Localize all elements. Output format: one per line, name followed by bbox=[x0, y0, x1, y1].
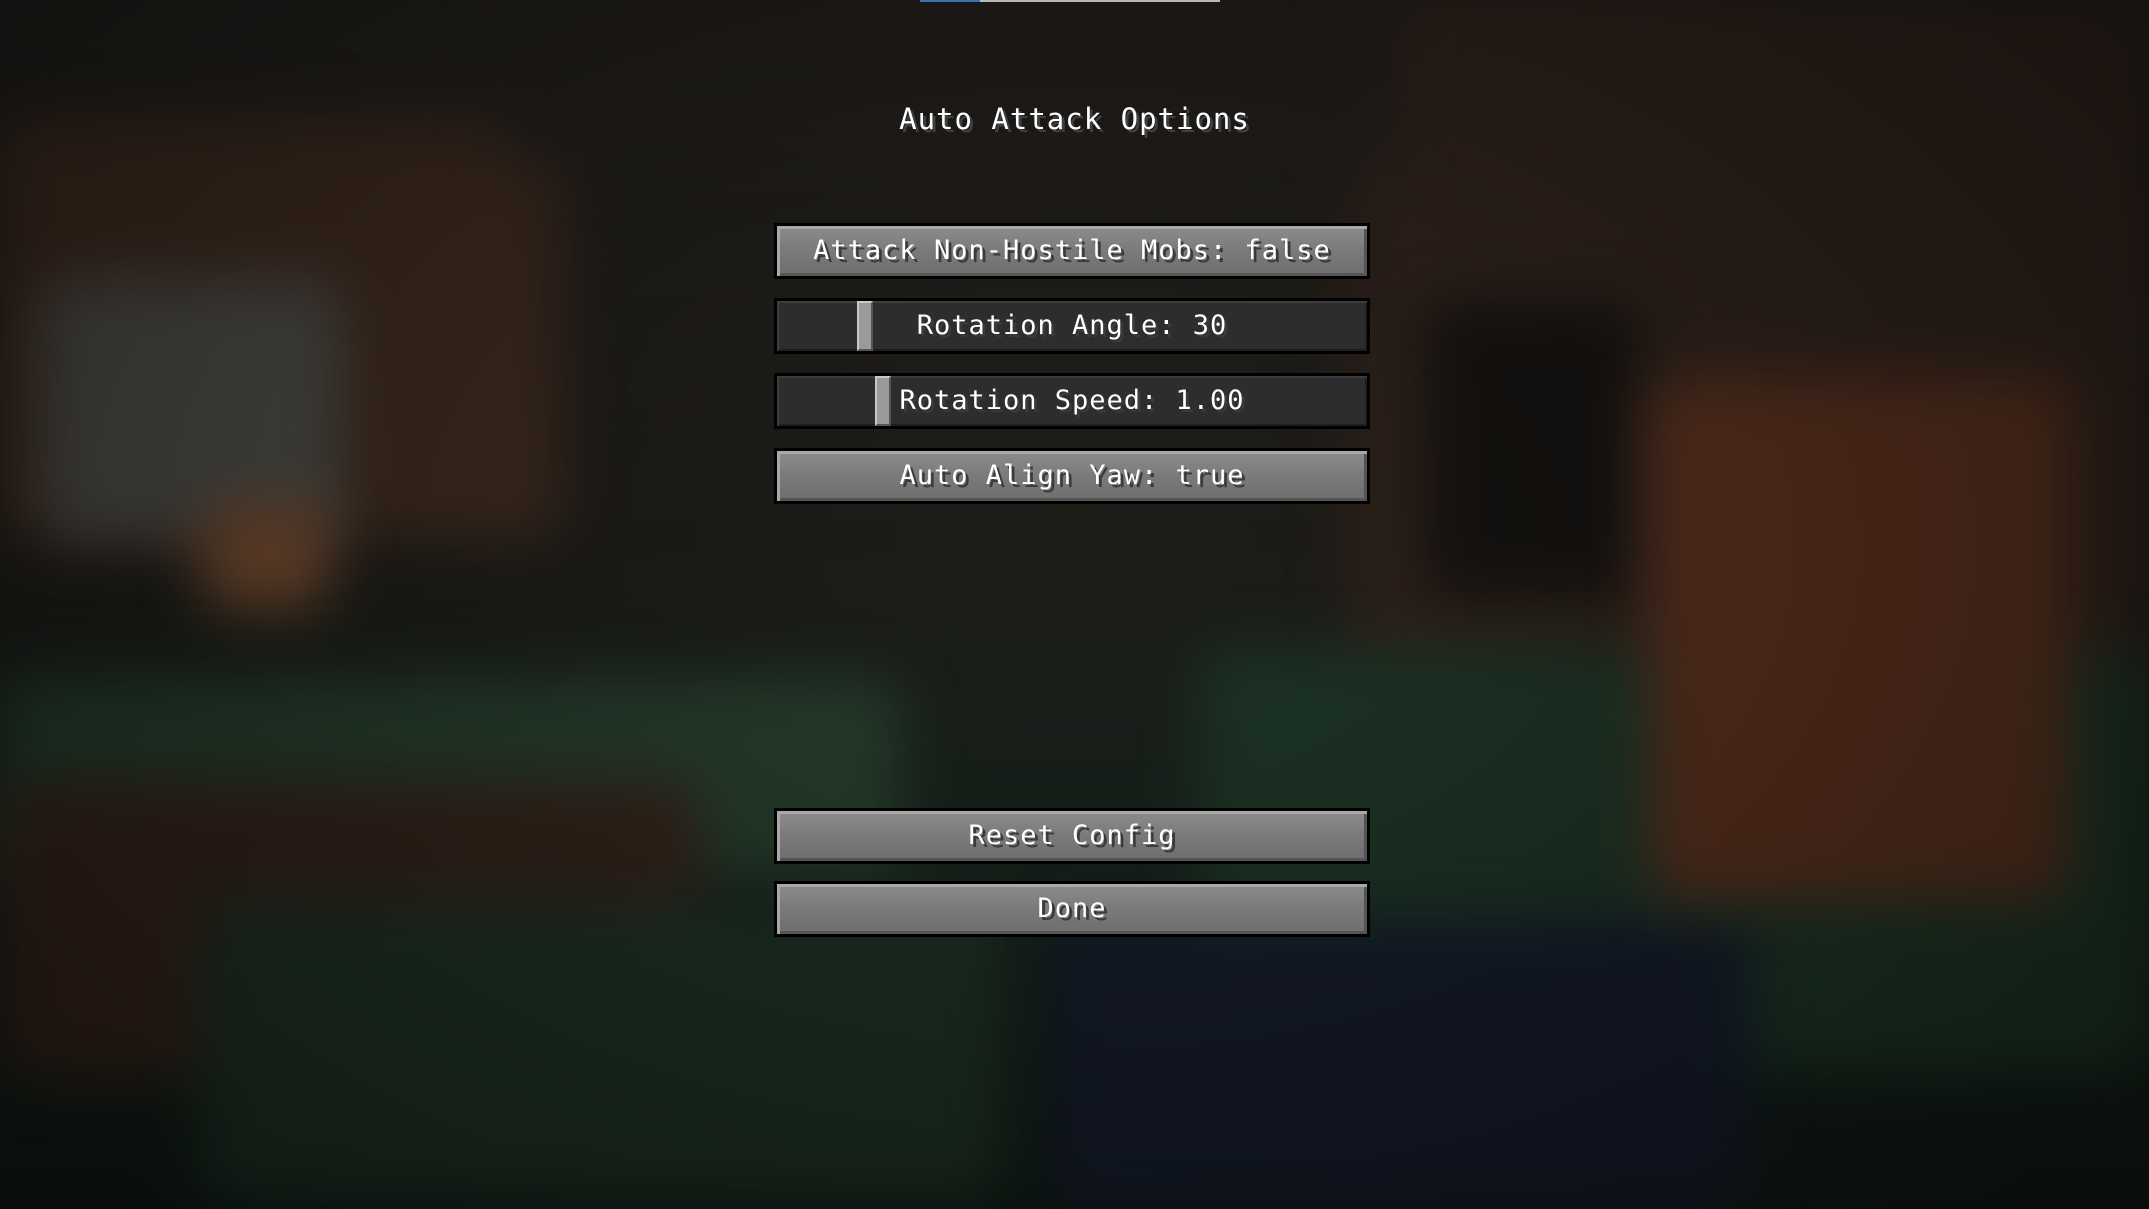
options-screen: Auto Attack Options Attack Non-Hostile M… bbox=[0, 0, 2149, 1209]
screen-title: Auto Attack Options bbox=[899, 102, 1250, 136]
rotation-angle-slider[interactable]: Rotation Angle: 30 bbox=[774, 298, 1370, 354]
reset-config-button[interactable]: Reset Config bbox=[774, 808, 1370, 864]
rotation-angle-label: Rotation Angle: 30 bbox=[916, 310, 1228, 341]
attack-non-hostile-mobs-toggle[interactable]: Attack Non-Hostile Mobs: false bbox=[774, 223, 1370, 279]
rotation-angle-slider-handle[interactable] bbox=[857, 301, 873, 351]
auto-align-yaw-label: Auto Align Yaw: true bbox=[899, 460, 1245, 491]
rotation-speed-slider-handle[interactable] bbox=[875, 376, 891, 426]
rotation-speed-label: Rotation Speed: 1.00 bbox=[899, 385, 1245, 416]
top-edge-bar bbox=[920, 0, 1220, 2]
done-button[interactable]: Done bbox=[774, 881, 1370, 937]
dim-overlay bbox=[0, 0, 2149, 1209]
rotation-speed-slider[interactable]: Rotation Speed: 1.00 bbox=[774, 373, 1370, 429]
auto-align-yaw-toggle[interactable]: Auto Align Yaw: true bbox=[774, 448, 1370, 504]
done-label: Done bbox=[1037, 893, 1107, 924]
attack-non-hostile-mobs-label: Attack Non-Hostile Mobs: false bbox=[813, 235, 1331, 266]
reset-config-label: Reset Config bbox=[968, 820, 1176, 851]
